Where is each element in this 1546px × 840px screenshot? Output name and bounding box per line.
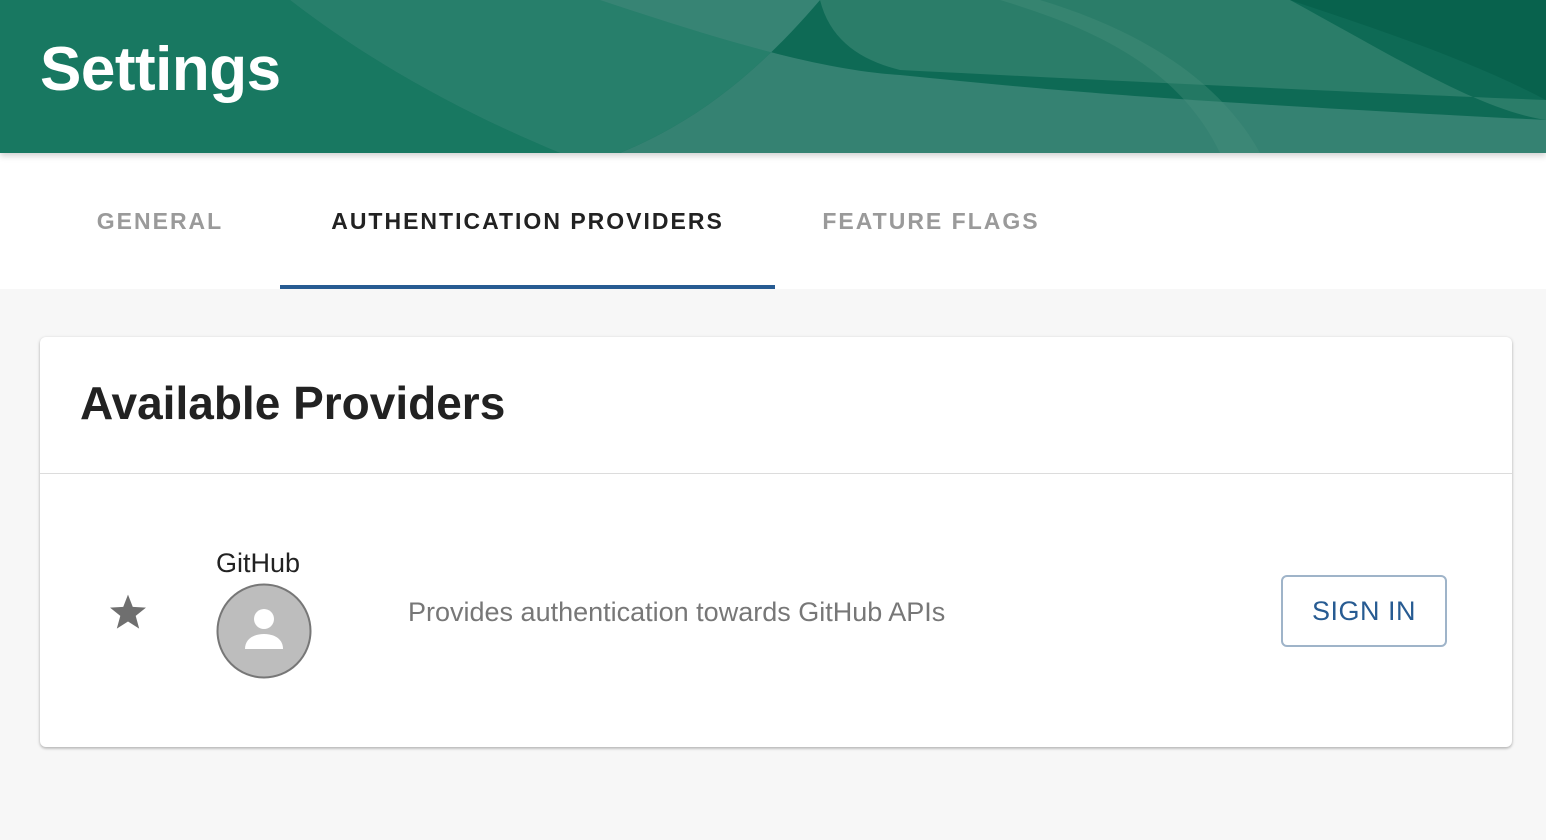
tab-feature-flags[interactable]: FEATURE FLAGS [785,153,1077,289]
sign-in-button[interactable]: SIGN IN [1281,575,1447,647]
user-avatar-icon [216,583,312,679]
provider-name: GitHub [216,548,301,578]
star-icon[interactable] [106,590,150,634]
card-divider [40,473,1512,474]
providers-card: Available Providers GitHub Provides auth… [40,337,1512,747]
tab-bar: GENERAL AUTHENTICATION PROVIDERS FEATURE… [0,153,1546,289]
provider-description: Provides authentication towards GitHub A… [408,597,946,627]
page-title: Settings [40,35,281,104]
active-tab-indicator [280,285,775,289]
page-header: Settings [0,0,1546,153]
card-title: Available Providers [80,377,506,429]
tab-general[interactable]: GENERAL [50,153,270,289]
tab-authentication-providers[interactable]: AUTHENTICATION PROVIDERS [280,153,775,289]
